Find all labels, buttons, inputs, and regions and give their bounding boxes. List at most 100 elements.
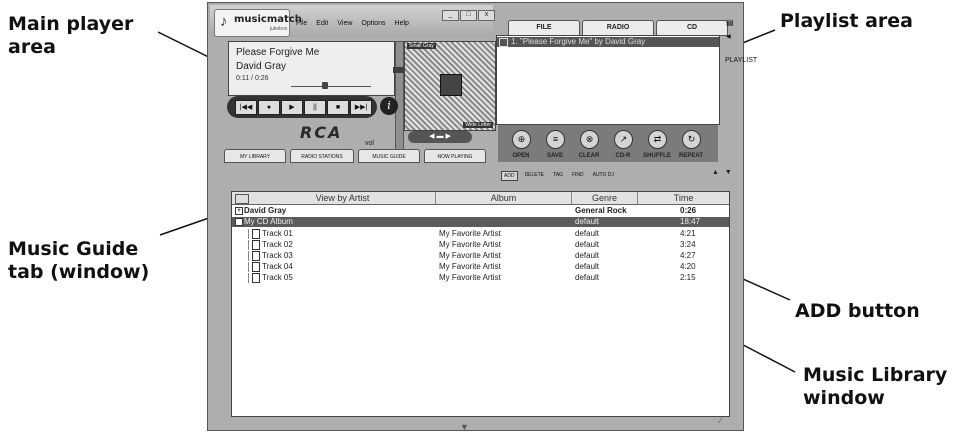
open-label: OPEN [512,153,530,159]
playlist-tab-cd[interactable]: CD [656,20,728,36]
callout-main-player-area: Main player area [8,13,134,58]
auto-dj-button[interactable]: AUTO DJ [591,171,616,181]
playlist-tab-radio[interactable]: RADIO [582,20,654,36]
clear-label: CLEAR [578,153,600,159]
menu-bar: File Edit View Options Help [296,20,409,27]
menu-file[interactable]: File [296,20,307,27]
volume-label: vol [365,140,374,147]
volume-handle[interactable] [393,67,404,73]
row-genre: default [575,240,600,249]
playlist-toolbar: ⊕ OPEN ≡ SAVE ⊗ CLEAR ↗ CD-R ⇄ SHUFFLE ↻… [498,125,718,162]
library-row-artist[interactable]: + David Gray General Rock 0:26 [232,206,729,216]
track-file-icon [252,273,260,283]
cd-r-button[interactable]: ↗ CD-R [608,127,634,159]
track-file-icon [252,251,260,261]
menu-view[interactable]: View [337,20,352,27]
save-icon: ≡ [546,130,565,149]
library-toolbar: ADD DELETE TAG FIND AUTO DJ [501,171,616,181]
resize-grip-icon[interactable]: ∕ [720,415,722,425]
play-button[interactable]: ▶ [281,100,303,115]
tab-radio-stations[interactable]: RADIO STATIONS [290,149,354,163]
tab-now-playing[interactable]: NOW PLAYING [424,149,486,163]
maximize-button[interactable]: □ [460,10,477,21]
transport-controls: |◀◀ ● ▶ || ■ ▶▶| [227,96,377,118]
visualization-controls[interactable]: ◀ ▬ ▶ [408,131,472,143]
tab-my-library[interactable]: MY LIBRARY [224,149,286,163]
record-button[interactable]: ● [258,100,280,115]
folder-icon [235,194,249,204]
expand-icon[interactable]: + [235,207,243,215]
playlist-entry[interactable]: 1. "Please Forgive Me" by David Gray [497,37,719,47]
track-file-icon [252,262,260,272]
shuffle-label: SHUFFLE [643,153,671,159]
visualization-label: Small Gray [407,43,436,49]
tag-button[interactable]: TAG [551,171,565,181]
tab-music-guide[interactable]: MUSIC GUIDE [358,149,420,163]
row-time: 4:27 [680,251,696,260]
repeat-button[interactable]: ↻ REPEAT [676,127,703,159]
collapse-icon[interactable]: - [235,218,243,226]
library-row-track[interactable]: Track 04 My Favorite Artist default 4:20 [232,262,729,272]
row-time: 3:24 [680,240,696,249]
row-name: Track 02 [262,240,293,249]
track-display: Please Forgive Me David Gray 0:11 / 0:26 [228,41,395,96]
menu-options[interactable]: Options [361,20,385,27]
shuffle-button[interactable]: ⇄ SHUFFLE [642,127,671,159]
playlist-entry-text: 1. "Please Forgive Me" by David Gray [511,37,646,46]
playlist-tabs: FILE RADIO CD [508,20,728,36]
row-name: My CD Album [244,217,293,226]
row-genre: default [575,251,600,260]
musicmatch-window: ♪ musicmatch jukebox File Edit View Opti… [207,2,757,432]
library-header: View by Artist Album Genre Time [232,192,729,205]
seek-handle[interactable] [321,82,328,89]
save-button[interactable]: ≡ SAVE [540,127,566,159]
chevron-left-icon[interactable]: ◀ [726,33,731,40]
row-genre: default [575,273,600,282]
logo-subtitle: jukebox [270,26,288,32]
find-button[interactable]: FIND [570,171,586,181]
close-button[interactable]: x [478,10,495,21]
main-tabs: MY LIBRARY RADIO STATIONS MUSIC GUIDE NO… [224,149,486,163]
previous-button[interactable]: |◀◀ [235,100,257,115]
stop-button[interactable]: ■ [327,100,349,115]
tree-line [248,229,249,239]
library-row-track[interactable]: Track 03 My Favorite Artist default 4:27 [232,251,729,261]
seek-bar[interactable] [291,86,371,87]
minimize-button[interactable]: _ [442,10,459,21]
add-button[interactable]: ADD [501,171,518,181]
cd-r-label: CD-R [615,153,631,159]
column-view-by-artist[interactable]: View by Artist [250,192,436,204]
callout-music-guide-tab: Music Guide tab (window) [8,238,150,283]
library-scroll-arrows[interactable]: ▲ ▼ [712,169,734,176]
row-name: Track 04 [262,262,293,271]
open-icon: ⊕ [512,130,531,149]
next-button[interactable]: ▶▶| [350,100,372,115]
column-album[interactable]: Album [436,192,572,204]
music-note-icon: ♪ [220,13,228,30]
library-row-track[interactable]: Track 02 My Favorite Artist default 3:24 [232,240,729,250]
library-row-album[interactable]: - My CD Album default 18:47 [232,217,729,227]
row-name: Track 01 [262,229,293,238]
info-button[interactable]: i [380,97,398,115]
pause-button[interactable]: || [304,100,326,115]
callout-add-button: ADD button [795,300,920,322]
clear-button[interactable]: ⊗ CLEAR [574,127,600,159]
library-row-track[interactable]: Track 05 My Favorite Artist default 2:15 [232,273,729,283]
row-album: My Favorite Artist [439,262,501,271]
collapse-icon[interactable]: ▤ [726,18,734,27]
delete-button[interactable]: DELETE [523,171,546,181]
visualization-label-secondary: Wide Letter [463,122,493,128]
menu-edit[interactable]: Edit [316,20,328,27]
column-genre[interactable]: Genre [572,192,638,204]
row-name: Track 03 [262,251,293,260]
row-genre: default [575,262,600,271]
track-artist: David Gray [236,61,287,72]
open-button[interactable]: ⊕ OPEN [506,127,532,159]
playlist-tab-file[interactable]: FILE [508,20,580,36]
library-row-track[interactable]: Track 01 My Favorite Artist default 4:21 [232,229,729,239]
track-file-icon [252,229,260,239]
column-time[interactable]: Time [638,192,729,204]
repeat-icon: ↻ [682,130,701,149]
menu-help[interactable]: Help [395,20,409,27]
volume-slider[interactable] [395,41,404,151]
